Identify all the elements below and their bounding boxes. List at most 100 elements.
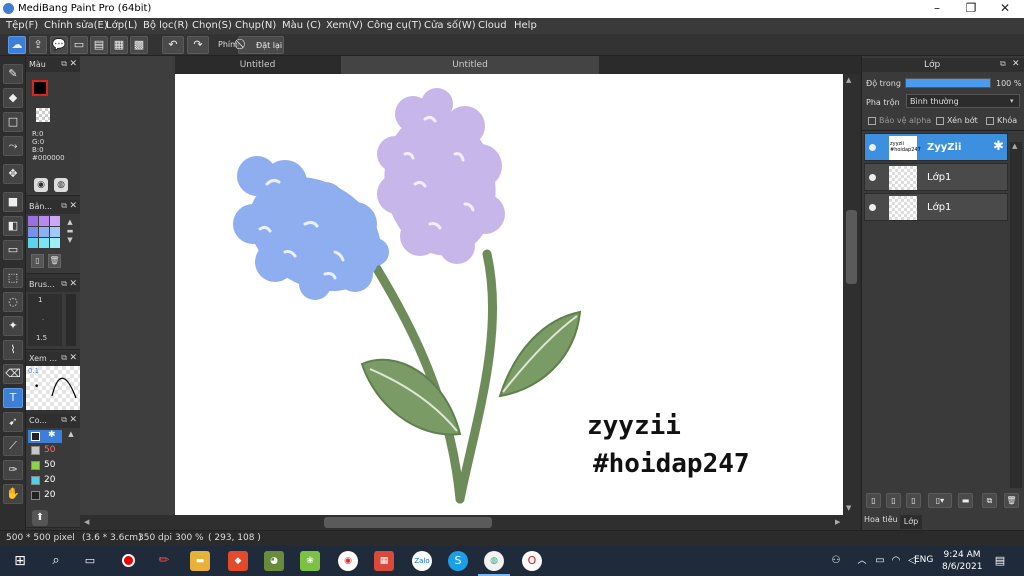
cloud-icon[interactable]: ☁ [8,36,26,54]
medibang-icon[interactable]: ◍ [484,551,504,571]
brush-size-list[interactable]: 1 · 1.5 [28,294,62,346]
opera-icon[interactable]: O [522,551,542,571]
palette-swatch[interactable] [50,216,60,226]
reset-button[interactable]: ⃠ Đặt lại [238,36,284,54]
gradient-tool-icon[interactable]: ▭ [3,240,23,260]
tab-layer[interactable]: Lớp [900,515,922,529]
page-icon[interactable]: ▤ [90,36,108,54]
clock[interactable]: 9:24 AM 8/6/2021 [942,549,982,573]
windows-start-icon[interactable]: ⊞ [10,551,30,571]
divide-tool-icon[interactable]: ⟋ [3,436,23,456]
palette-icon[interactable]: ◉ [34,178,48,192]
dotline-tool-icon[interactable]: ⤳ [3,136,23,156]
delete-layer-icon[interactable]: 🗑 [1004,493,1019,508]
brush-color-row[interactable]: 50 [28,444,62,458]
zalo-icon[interactable]: Zalo [412,551,432,571]
close-icon[interactable]: ✕ [69,353,77,363]
select-tool-icon[interactable]: ⬚ [3,268,23,288]
menu-tools[interactable]: Công cụ(T) [367,20,422,31]
fill-rect-tool-icon[interactable]: ■ [3,192,23,212]
close-icon[interactable]: ✕ [69,201,77,211]
skype-icon[interactable]: S [448,551,468,571]
eraser-tool-icon[interactable]: ◆ [3,88,23,108]
undock-icon[interactable]: ⧉ [1000,59,1006,69]
new-layer-1bit-icon[interactable]: ▯ [906,493,921,508]
folder-icon[interactable]: ▬ [958,493,973,508]
undock-icon[interactable]: ⧉ [61,279,67,289]
opacity-slider[interactable] [905,78,991,88]
tiles-icon[interactable]: ▩ [130,36,148,54]
undo-button[interactable]: ↶ [162,36,184,54]
minimize-button[interactable]: – [920,0,954,18]
move-tool-icon[interactable]: ✥ [3,164,23,184]
search-icon[interactable]: ⌕ [46,551,66,571]
close-icon[interactable]: ✕ [69,415,77,425]
select-pen-icon[interactable]: ⌇ [3,340,23,360]
tab-untitled-2[interactable]: Untitled [341,56,599,74]
brush-scroll[interactable] [66,294,76,346]
menu-filter[interactable]: Bộ lọc(R) [143,20,188,31]
hand-tool-icon[interactable]: ✋ [3,484,23,504]
close-icon[interactable]: ✕ [69,279,77,289]
menu-capture[interactable]: Chụp(N) [235,20,276,31]
lock-checkbox[interactable]: Khóa [986,116,1017,125]
lasso-tool-icon[interactable]: ◌ [3,292,23,312]
clipping-checkbox[interactable]: Xén bớt [936,116,978,125]
people-icon[interactable]: ⚇ [826,551,846,571]
scroll-up-icon[interactable]: ▲ [846,76,851,84]
task-view-icon[interactable]: ▭ [80,551,100,571]
tab-navigator[interactable]: Hoa tiêu [864,515,898,529]
undock-icon[interactable]: ⧉ [61,59,67,69]
palette-swatch[interactable] [28,216,38,226]
brush-size-2[interactable]: 1.5 [36,334,47,342]
drawing-canvas[interactable]: zyyzii #hoidap247 [175,74,843,515]
horizontal-scrollbar[interactable]: ◀ ▶ [80,515,860,530]
scroll-down-icon[interactable]: ▼ [846,504,851,512]
menu-window[interactable]: Cửa số(W) [424,20,476,31]
magic-wand-icon[interactable]: ✦ [3,316,23,336]
gear-icon[interactable]: ✱ [993,139,1004,154]
palette-swatch[interactable] [39,227,49,237]
palette-swatch[interactable] [28,227,38,237]
undock-icon[interactable]: ⧉ [61,415,67,425]
menu-color[interactable]: Màu (C) [282,20,321,31]
scroll-left-icon[interactable]: ◀ [84,518,89,526]
new-layer-icon[interactable]: ▯ [866,493,881,508]
eye-icon[interactable] [869,174,876,181]
palette-swatch[interactable] [50,238,60,248]
layer-list-scrollbar[interactable]: ▲ [1010,142,1022,488]
app-grid-icon[interactable]: ▦ [374,551,394,571]
vertical-scroll-thumb[interactable] [846,210,857,284]
notifications-icon[interactable]: ▤ [990,551,1010,571]
scroll-up-icon[interactable]: ▲ [1012,142,1017,150]
gear-icon[interactable]: ✱ [48,430,56,440]
upload-icon[interactable]: ⬆ [32,510,48,526]
menu-help[interactable]: Help [514,20,537,31]
menu-view[interactable]: Xem(V) [326,20,363,31]
scroll-right-icon[interactable]: ▶ [835,518,840,526]
menu-select[interactable]: Chọn(S) [192,20,232,31]
protect-alpha-checkbox[interactable]: Bảo vệ alpha [868,116,931,125]
undock-icon[interactable]: ⧉ [61,201,67,211]
close-icon[interactable]: ✕ [1012,59,1020,69]
brush-color-scroll[interactable]: ▲ [66,430,76,518]
palette-scroll[interactable]: ▲ ▬ ▼ [64,218,76,246]
pencil-app-icon[interactable]: ✏ [154,551,174,571]
grid-icon[interactable]: ▦ [110,36,128,54]
palette-swatch[interactable] [28,238,38,248]
add-layer-menu-icon[interactable]: ▯▾ [928,493,952,508]
rectangle-tool-icon[interactable]: □ [3,112,23,132]
paint-app-icon[interactable]: ◆ [228,551,248,571]
bucket-tool-icon[interactable]: ◧ [3,216,23,236]
tab-untitled-1[interactable]: Untitled [175,56,340,74]
brush-color-row-selected[interactable]: ✱ [28,430,62,443]
operation-tool-icon[interactable]: ➹ [3,412,23,432]
menu-cloud[interactable]: Cloud [478,20,507,31]
file-explorer-icon[interactable]: ▬ [190,551,210,571]
palette-swatch[interactable] [39,238,49,248]
redo-button[interactable]: ↷ [187,36,209,54]
chevron-up-icon[interactable]: ︿ [852,551,872,571]
menu-file[interactable]: Tệp(F) [6,20,38,31]
eye-icon[interactable] [869,204,876,211]
trash-icon[interactable]: 🗑 [48,254,61,268]
